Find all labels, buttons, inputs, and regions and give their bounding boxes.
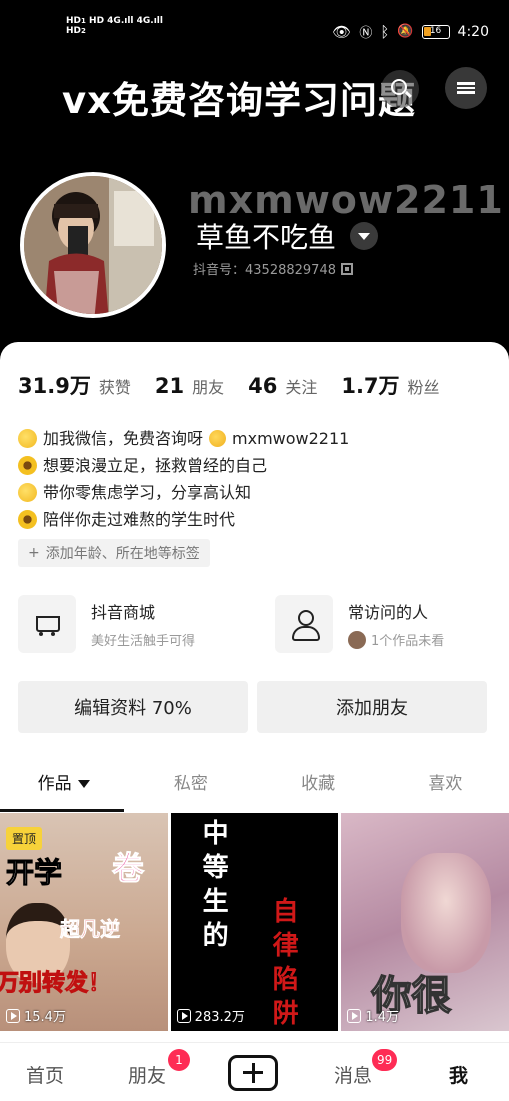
bio: 加我微信，免费咨询呀 mxmwow2211 想要浪漫立足，拯救曾经的自己 带你零…	[18, 425, 349, 533]
play-icon	[347, 1008, 362, 1023]
tab-works[interactable]: 作品	[0, 764, 127, 812]
bio-line: 加我微信，免费咨询呀 mxmwow2211	[18, 425, 349, 452]
video-thumbnail[interactable]: 中等生的 自律陷阱 283.2万	[170, 813, 339, 1031]
video-thumbnail[interactable]: 置顶 开学 卷 超凡逆 万别转发！ 15.4万	[0, 813, 168, 1031]
friends-badge: 1	[168, 1049, 190, 1071]
promo-overlay-text: vx免费咨询学习问题	[62, 79, 416, 122]
nav-friends[interactable]: 朋友	[128, 1061, 166, 1088]
tab-favorites[interactable]: 收藏	[255, 764, 382, 812]
tab-private[interactable]: 私密	[127, 764, 254, 812]
person-icon	[275, 595, 333, 653]
eye-icon: 👁	[332, 22, 352, 41]
visitor-avatar	[348, 630, 366, 649]
hug-emoji-icon	[209, 430, 227, 447]
douyin-shop-entry[interactable]: 抖音商城 美好生活触手可得	[18, 595, 195, 653]
bio-line: 陪伴你走过难熬的学生时代	[18, 506, 349, 533]
shopping-cart-icon	[18, 595, 76, 653]
pinned-badge: 置顶	[6, 827, 43, 850]
stat-friends[interactable]: 21 朋友	[155, 374, 224, 398]
thumbnail-illustration	[401, 853, 492, 973]
clock: 4:20	[457, 23, 489, 40]
add-friend-button[interactable]: 添加朋友	[257, 681, 487, 733]
play-count: 1.4万	[347, 1006, 399, 1025]
qr-code-icon[interactable]	[340, 262, 353, 275]
moon-emoji-icon	[18, 429, 37, 448]
play-count: 283.2万	[176, 1006, 245, 1025]
status-icons: 👁 Ⓝ ᛒ 🔕 16 4:20	[332, 22, 489, 42]
nickname: 草鱼不吃鱼	[196, 216, 379, 256]
video-thumbnail[interactable]: 你很 1.4万	[341, 813, 509, 1031]
nav-messages[interactable]: 消息	[334, 1061, 372, 1088]
network-indicators: HD1 HD 4G.ıll 4G.ıll HD2	[66, 16, 163, 36]
network-bottom: HD2	[66, 26, 86, 36]
play-count: 15.4万	[6, 1006, 66, 1025]
nfc-icon: Ⓝ	[359, 26, 373, 41]
nickname-text: 草鱼不吃鱼	[196, 221, 337, 254]
frequent-visitors-entry[interactable]: 常访问的人 1个作品未看	[275, 595, 444, 653]
add-tags-button[interactable]: + 添加年龄、所在地等标签	[18, 539, 210, 567]
account-switch-button[interactable]	[350, 222, 379, 250]
search-button[interactable]	[381, 70, 419, 108]
video-grid: 置顶 开学 卷 超凡逆 万别转发！ 15.4万 中等生的 自律陷阱 283.2万…	[0, 813, 509, 1031]
nav-me[interactable]: 我	[449, 1061, 468, 1088]
bluetooth-icon: ᛒ	[380, 22, 390, 41]
mute-icon: 🔕	[397, 24, 414, 39]
bio-line: 想要浪漫立足，拯救曾经的自己	[18, 452, 349, 479]
battery-icon: 16	[421, 24, 450, 39]
bio-line: 带你零焦虑学习，分享高认知	[18, 479, 349, 506]
caret-down-icon	[77, 780, 90, 788]
moon-emoji-icon	[18, 483, 37, 502]
plus-icon: +	[28, 545, 40, 561]
network-top: HD1 HD 4G.ıll 4G.ıll	[66, 16, 163, 26]
play-icon	[176, 1008, 191, 1023]
avatar[interactable]	[20, 172, 166, 318]
play-icon	[6, 1008, 20, 1023]
profile-card: 31.9万 获赞 21 朋友 46 关注 1.7万 粉丝 加我微信，免费咨询呀 …	[0, 342, 509, 1042]
profile-header: vx免费咨询学习问题 mxmwow2211 草鱼不吃鱼 抖音号：43528829…	[0, 56, 509, 346]
status-bar: HD1 HD 4G.ıll 4G.ıll HD2 👁 Ⓝ ᛒ 🔕 16 4:20	[0, 0, 509, 56]
sunflower-emoji-icon	[18, 456, 37, 475]
bottom-nav: 首页 朋友 1 消息 99 我	[0, 1042, 509, 1101]
tab-likes[interactable]: 喜欢	[382, 764, 509, 812]
content-tabs: 作品 私密 收藏 喜欢	[0, 764, 509, 812]
douyin-id[interactable]: 抖音号：43528829748	[193, 259, 353, 278]
hamburger-icon	[457, 80, 475, 96]
stats-row: 31.9万 获赞 21 朋友 46 关注 1.7万 粉丝	[18, 370, 440, 400]
messages-badge: 99	[372, 1049, 398, 1071]
edit-profile-button[interactable]: 编辑资料 70%	[18, 681, 248, 733]
sunflower-emoji-icon	[18, 510, 37, 529]
create-post-button[interactable]	[228, 1055, 278, 1091]
stat-following[interactable]: 46 关注	[248, 374, 317, 398]
stat-followers[interactable]: 1.7万 粉丝	[341, 370, 439, 400]
menu-button[interactable]	[445, 67, 487, 109]
nav-home[interactable]: 首页	[26, 1061, 64, 1088]
stat-likes[interactable]: 31.9万 获赞	[18, 370, 131, 400]
